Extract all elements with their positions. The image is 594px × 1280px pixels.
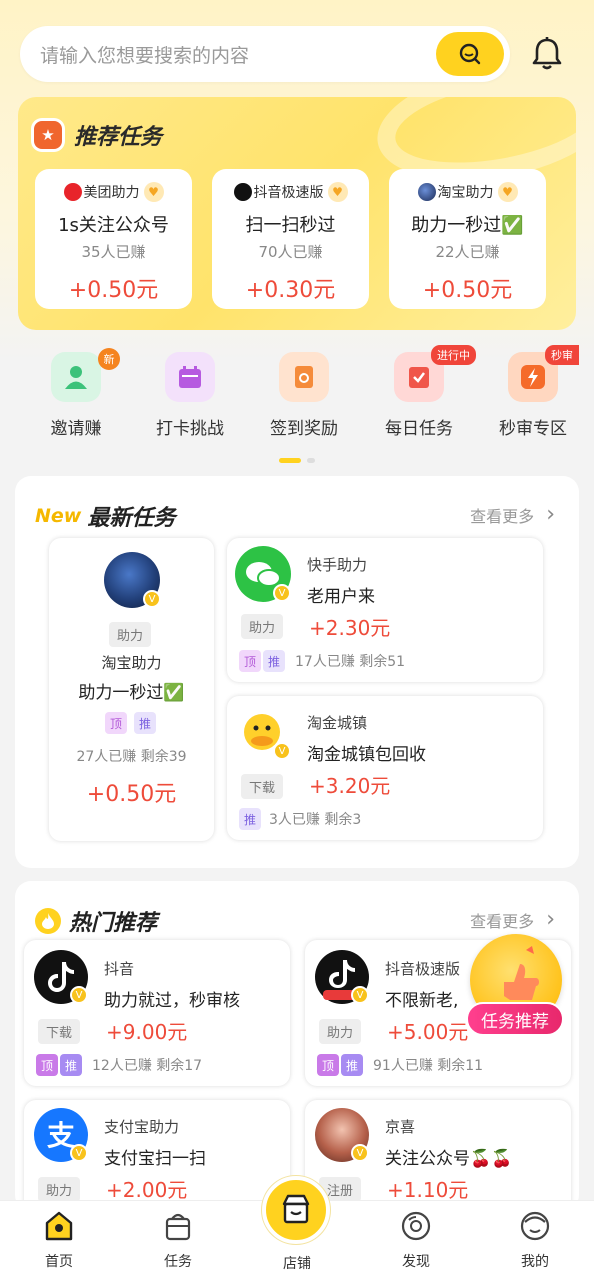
verified-icon: V [273, 584, 291, 602]
nav-store[interactable]: 店铺 [257, 1249, 337, 1273]
nav-home[interactable]: 首页 [19, 1209, 99, 1271]
task-card[interactable]: V 淘金城镇 淘金城镇包回收 下载 +3.20元 推 3人已赚 剩余3 [227, 696, 543, 840]
see-more-link[interactable]: 查看更多 › [470, 502, 555, 527]
quick-fast-review[interactable]: 秒审专区 [478, 352, 588, 439]
nav-discover[interactable]: 发现 [376, 1209, 456, 1271]
task-card[interactable]: V 抖音 助力就过，秒审核 下载 +9.00元 顶 推 12人已赚 剩余17 [24, 940, 290, 1086]
fast-review-tag: 秒审 [545, 345, 579, 365]
verified-icon: V [70, 986, 88, 1004]
nav-task[interactable]: 任务 [138, 1209, 218, 1271]
latest-tasks-section: New 最新任务 查看更多 › V 助力 淘宝助力 助力一秒过✅ 顶 推 27人已… [15, 476, 579, 868]
recommended-card[interactable]: 美团助力 ♥ 1s关注公众号 35人已赚 +0.50元 [35, 169, 192, 309]
hot-recommend-section: 热门推荐 查看更多 › V 抖音 助力就过，秒审核 下载 +9.00元 顶 推 1… [15, 881, 579, 1240]
quick-signin-reward[interactable]: 签到奖励 [249, 352, 359, 439]
search-icon [459, 43, 481, 65]
page-indicator [279, 458, 321, 463]
nav-mine[interactable]: 我的 [495, 1209, 575, 1271]
recommended-tasks-panel: ★ 推荐任务 美团助力 ♥ 1s关注公众号 35人已赚 +0.50元 抖音极速版… [18, 97, 576, 330]
heart-icon: ♥ [327, 182, 348, 202]
search-bar[interactable]: 请输入您想要搜索的内容 [20, 26, 510, 82]
store-center-button[interactable] [262, 1176, 330, 1244]
chevron-right-icon: › [546, 907, 555, 932]
recommended-card[interactable]: 抖音极速版 ♥ 扫一扫秒过 70人已赚 +0.30元 [212, 169, 369, 309]
task-bag-icon [165, 1213, 191, 1241]
recommended-card[interactable]: 淘宝助力 ♥ 助力一秒过✅ 22人已赚 +0.50元 [389, 169, 546, 309]
star-badge-icon: ★ [34, 121, 62, 149]
verified-icon: V [351, 986, 369, 1004]
task-card[interactable]: V 快手助力 老用户来 助力 +2.30元 顶 推 17人已赚 剩余51 [227, 538, 543, 682]
meituan-icon [63, 183, 82, 201]
douyin-icon [233, 183, 252, 201]
bell-icon[interactable] [527, 34, 567, 74]
task-card[interactable]: V 助力 淘宝助力 助力一秒过✅ 顶 推 27人已赚 剩余39 +0.50元 [49, 538, 214, 841]
search-button[interactable] [436, 32, 504, 76]
store-icon [282, 1194, 310, 1224]
calendar-icon [165, 352, 215, 402]
task-recommend-float-button[interactable]: 任务推荐 [466, 934, 564, 1040]
heart-icon: ♥ [143, 182, 164, 202]
see-more-link[interactable]: 查看更多 › [470, 907, 555, 932]
search-input[interactable]: 请输入您想要搜索的内容 [40, 41, 436, 68]
home-icon [45, 1211, 73, 1241]
heart-icon: ♥ [497, 182, 518, 202]
section-title: 热门推荐 [69, 911, 158, 936]
verified-icon: V [70, 1144, 88, 1162]
recommended-title: ★ 推荐任务 [34, 119, 162, 151]
invite-icon [51, 352, 101, 402]
in-progress-tag: 进行中 [431, 345, 476, 365]
quick-daily-task[interactable]: 每日任务 [364, 352, 474, 439]
new-badge: New [35, 505, 82, 527]
section-title: 最新任务 [87, 506, 176, 531]
profile-icon [520, 1211, 550, 1241]
taobao-avatar-icon [417, 183, 436, 201]
quick-checkin-challenge[interactable]: 打卡挑战 [135, 352, 245, 439]
discover-disc-icon [401, 1211, 431, 1241]
wallet-icon [279, 352, 329, 402]
verified-icon: V [351, 1144, 369, 1162]
chevron-right-icon: › [546, 502, 555, 527]
verified-icon: V [273, 742, 291, 760]
flame-icon [35, 908, 61, 934]
new-tag: 新 [98, 348, 120, 370]
verified-icon: V [143, 590, 161, 608]
